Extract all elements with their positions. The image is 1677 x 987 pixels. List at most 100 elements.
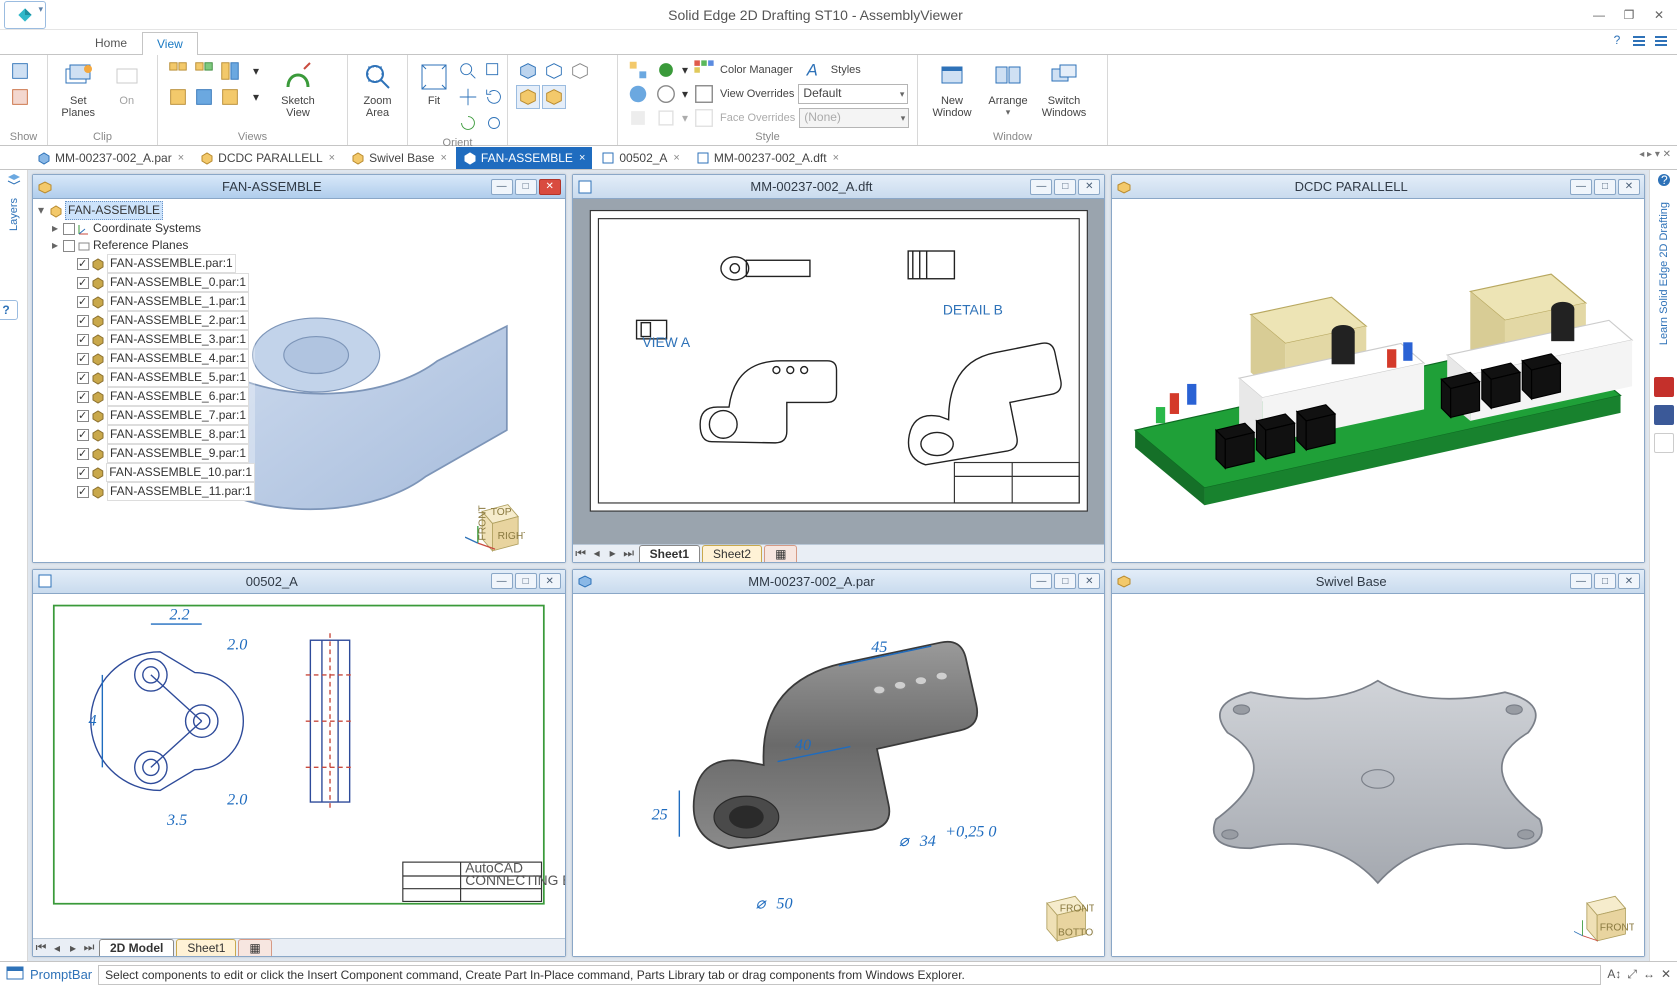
close-icon[interactable]: ×: [329, 152, 335, 164]
minimize-icon[interactable]: —: [491, 179, 513, 195]
sheet-next-icon[interactable]: ▸: [605, 546, 621, 560]
switch-windows-button[interactable]: Switch Windows: [1038, 59, 1090, 121]
maximize-icon[interactable]: □: [515, 179, 537, 195]
sketch-view-button[interactable]: Sketch View: [272, 59, 324, 121]
viewport[interactable]: TOP FRONT RIGHT ▾FAN-ASSEMBLE▸Coordinate…: [33, 199, 565, 562]
view-overrides-icon[interactable]: [692, 82, 716, 106]
tabstrip-nav[interactable]: ◂ ▸ ▾ ✕: [1639, 149, 1671, 160]
restore-button[interactable]: ❐: [1615, 4, 1643, 26]
close-icon[interactable]: ✕: [1078, 179, 1100, 195]
doc-tab[interactable]: MM-00237-002_A.dft×: [689, 147, 846, 169]
styles-icon[interactable]: A: [803, 58, 827, 82]
maximize-icon[interactable]: □: [1594, 179, 1616, 195]
tree-row[interactable]: FAN-ASSEMBLE_6.par:1: [35, 387, 255, 406]
close-icon[interactable]: ×: [440, 152, 446, 164]
fit-button[interactable]: Fit: [416, 59, 452, 109]
minimize-icon[interactable]: —: [1570, 573, 1592, 589]
tree-row[interactable]: FAN-ASSEMBLE_2.par:1: [35, 311, 255, 330]
close-icon[interactable]: ✕: [1078, 573, 1100, 589]
youtube-icon[interactable]: [1654, 377, 1674, 397]
tree-row[interactable]: FAN-ASSEMBLE_9.par:1: [35, 444, 255, 463]
tree-row[interactable]: FAN-ASSEMBLE_1.par:1: [35, 292, 255, 311]
tree-row[interactable]: FAN-ASSEMBLE_10.par:1: [35, 463, 255, 482]
help-icon[interactable]: ?: [1609, 32, 1625, 48]
sheet-next-icon[interactable]: ▸: [65, 941, 81, 955]
tab-home[interactable]: Home: [80, 31, 142, 54]
close-icon[interactable]: ✕: [539, 179, 561, 195]
learn-tab[interactable]: Learn Solid Edge 2D Drafting: [1656, 196, 1672, 351]
refresh-icon[interactable]: [456, 111, 480, 135]
minimize-icon[interactable]: —: [491, 573, 513, 589]
orient-cube-5[interactable]: [542, 85, 566, 109]
sheet-tab[interactable]: Sheet1: [639, 545, 700, 562]
views-btn-2[interactable]: [192, 59, 216, 83]
tree-row[interactable]: FAN-ASSEMBLE_4.par:1: [35, 349, 255, 368]
pathfinder-tree[interactable]: ▾FAN-ASSEMBLE▸Coordinate Systems▸Referen…: [35, 201, 255, 501]
rotate-icon[interactable]: [482, 85, 506, 109]
style-ico-1[interactable]: [626, 58, 650, 82]
viewport[interactable]: FRONT: [1112, 594, 1644, 957]
viewport[interactable]: [1112, 199, 1644, 562]
sheet-tab[interactable]: 2D Model: [99, 939, 174, 956]
zoom-sel-icon[interactable]: [482, 59, 506, 83]
doc-tab[interactable]: DCDC PARALLELL×: [193, 147, 342, 169]
show-btn-2[interactable]: [8, 85, 32, 109]
facebook-icon[interactable]: [1654, 405, 1674, 425]
minimize-button[interactable]: —: [1585, 4, 1613, 26]
maximize-icon[interactable]: □: [1054, 179, 1076, 195]
sheet-last-icon[interactable]: ⏭: [621, 546, 637, 561]
sheet-prev-icon[interactable]: ◂: [49, 941, 65, 955]
style-ico-2[interactable]: [654, 58, 678, 82]
promptbar-label[interactable]: PromptBar: [30, 967, 92, 982]
pan-icon[interactable]: [456, 85, 480, 109]
tree-row[interactable]: FAN-ASSEMBLE_8.par:1: [35, 425, 255, 444]
views-btn-drop[interactable]: ▾: [244, 59, 268, 83]
sb-icon[interactable]: ⤢: [1627, 967, 1637, 982]
app-menu-button[interactable]: ▾: [4, 1, 46, 29]
close-icon[interactable]: ✕: [1618, 573, 1640, 589]
views-btn-1[interactable]: [166, 59, 190, 83]
maximize-icon[interactable]: □: [515, 573, 537, 589]
doc-tab[interactable]: Swivel Base×: [344, 147, 454, 169]
new-window-button[interactable]: New Window: [926, 59, 978, 121]
close-icon[interactable]: ✕: [1618, 179, 1640, 195]
tree-row[interactable]: ▾FAN-ASSEMBLE: [35, 201, 255, 220]
views-btn-6[interactable]: [218, 85, 242, 109]
close-icon[interactable]: ×: [673, 152, 679, 164]
sheet-add-icon[interactable]: ▦: [764, 545, 797, 562]
show-btn-1[interactable]: [8, 59, 32, 83]
close-icon[interactable]: ×: [579, 152, 585, 164]
sheet-first-icon[interactable]: ⏮: [33, 940, 49, 955]
orient-cube-4[interactable]: [516, 85, 540, 109]
tab-view[interactable]: View: [142, 32, 198, 55]
view-overrides-combo[interactable]: Default▾: [798, 84, 908, 104]
tree-row[interactable]: ▸Coordinate Systems: [35, 220, 255, 237]
siemens-icon[interactable]: [1654, 433, 1674, 453]
sheet-first-icon[interactable]: ⏮: [573, 546, 589, 561]
minimize-icon[interactable]: —: [1570, 179, 1592, 195]
views-btn-5[interactable]: [192, 85, 216, 109]
maximize-icon[interactable]: □: [1054, 573, 1076, 589]
viewport[interactable]: 4 2.2 2.02.0 3.5 AutoCAD CONNECTING BLOC…: [33, 594, 565, 957]
ribbon-opt2-icon[interactable]: [1653, 32, 1669, 48]
style-ico-4[interactable]: [654, 82, 678, 106]
viewport[interactable]: 45 40 25 ⌀ 34 ⌀ 50 +0,25 0 FRONT BOTTOM: [573, 594, 1105, 957]
minimize-icon[interactable]: —: [1030, 573, 1052, 589]
orient-cube-1[interactable]: [516, 59, 540, 83]
tree-row[interactable]: FAN-ASSEMBLE_5.par:1: [35, 368, 255, 387]
tree-row[interactable]: FAN-ASSEMBLE_7.par:1: [35, 406, 255, 425]
doc-tab[interactable]: 00502_A×: [594, 147, 686, 169]
layers-icon[interactable]: [6, 172, 22, 188]
views-btn-3[interactable]: [218, 59, 242, 83]
help-panel-button[interactable]: ?: [0, 300, 18, 320]
doc-tab[interactable]: MM-00237-002_A.par×: [30, 147, 191, 169]
tree-row[interactable]: FAN-ASSEMBLE_11.par:1: [35, 482, 255, 501]
sheet-prev-icon[interactable]: ◂: [589, 546, 605, 560]
views-btn-4[interactable]: [166, 85, 190, 109]
orient-cube-3[interactable]: [568, 59, 592, 83]
orient-cube-2[interactable]: [542, 59, 566, 83]
layers-tab[interactable]: Layers: [6, 192, 22, 237]
maximize-icon[interactable]: □: [1594, 573, 1616, 589]
sheet-tab[interactable]: Sheet2: [702, 545, 762, 562]
close-icon[interactable]: ×: [833, 152, 839, 164]
